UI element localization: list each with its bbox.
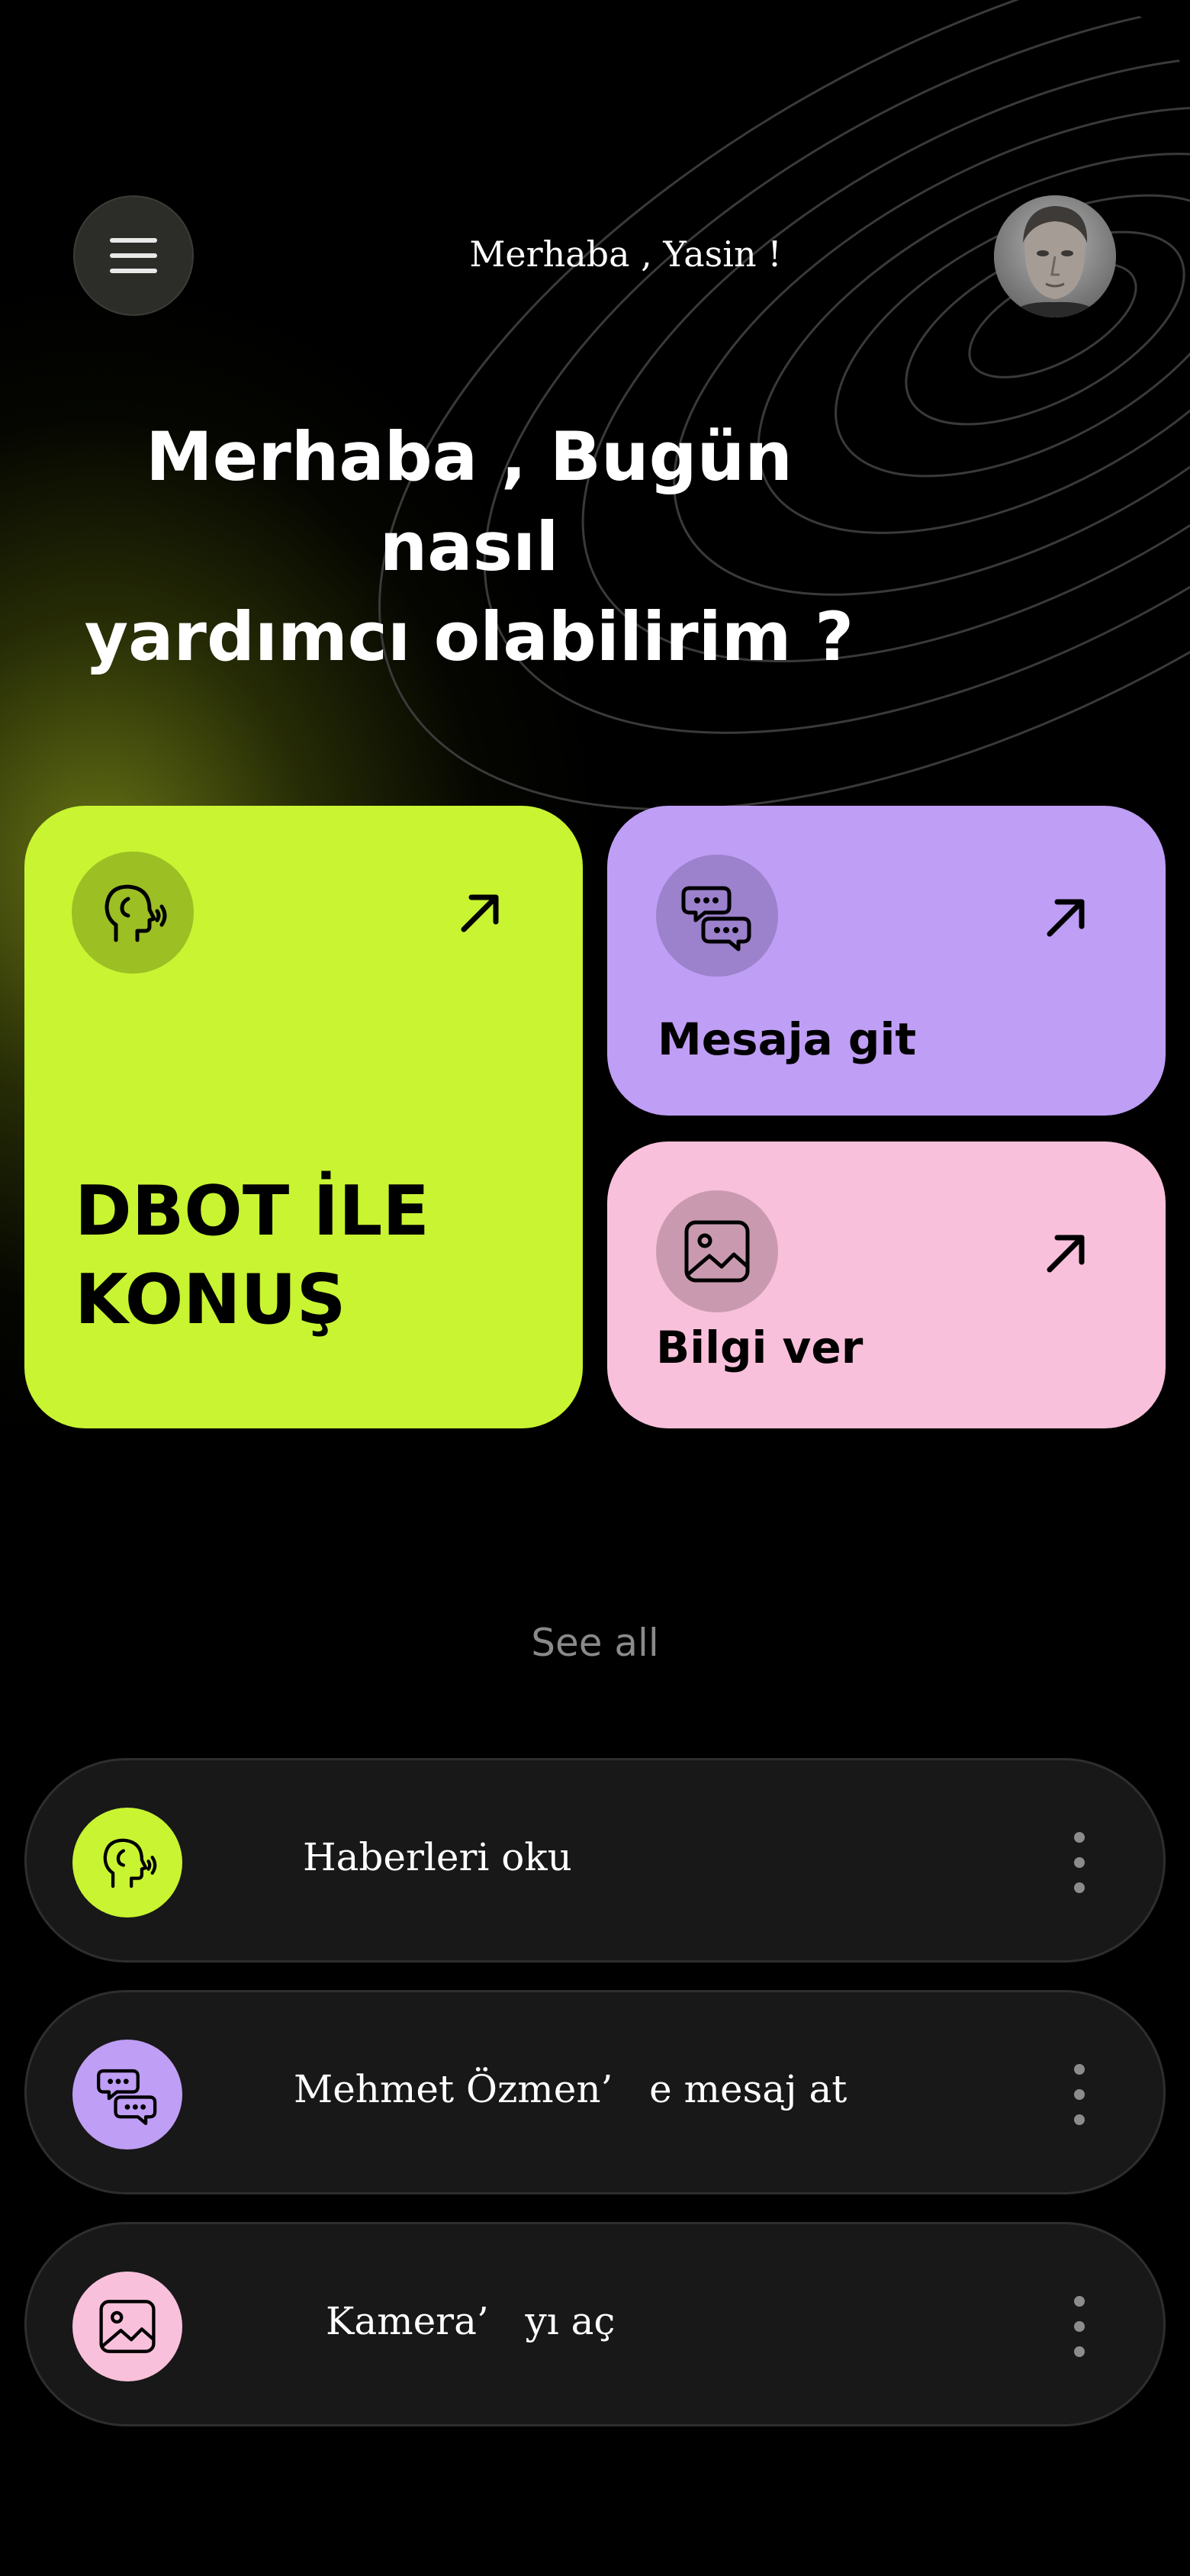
list-item[interactable]: Mehmet Özmen’ e mesaj at — [24, 1990, 1166, 2194]
card-icon-circle — [656, 1190, 778, 1312]
more-options-icon[interactable] — [1072, 2296, 1087, 2357]
list-item-label: Kamera’ yı aç — [326, 2299, 616, 2343]
list-item-icon-circle — [72, 2040, 182, 2149]
card-label: Bilgi ver — [656, 1322, 864, 1373]
page-headline: Merhaba , Bugün nasıl yardımcı olabiliri… — [69, 412, 870, 682]
card-title-line-1: DBOT İLE — [75, 1171, 429, 1251]
arrow-up-right-icon — [461, 894, 499, 932]
card-title-line-2: KONUŞ — [75, 1260, 346, 1340]
more-options-icon[interactable] — [1072, 2064, 1087, 2125]
greeting-text: Merhaba , Yasin ! — [469, 233, 782, 275]
headline-line-2: yardımcı olabilirim ? — [84, 597, 854, 676]
arrow-up-right-icon — [1047, 899, 1085, 937]
more-options-icon[interactable] — [1072, 1832, 1087, 1893]
image-icon — [99, 2300, 156, 2353]
talk-to-dbot-card[interactable]: DBOT İLE KONUŞ — [24, 806, 583, 1428]
list-item[interactable]: Kamera’ yı aç — [24, 2222, 1166, 2426]
card-icon-circle — [72, 852, 194, 974]
list-item-icon-circle — [72, 1808, 182, 1918]
menu-button[interactable] — [73, 195, 194, 316]
card-label: Mesaja git — [658, 1013, 917, 1065]
hamburger-menu-icon — [110, 238, 157, 273]
list-item-label: Mehmet Özmen’ e mesaj at — [294, 2067, 847, 2111]
go-to-messages-card[interactable]: Mesaja git — [607, 806, 1166, 1116]
chat-bubbles-icon — [681, 886, 751, 952]
list-item-icon-circle — [72, 2272, 182, 2381]
arrow-up-right-icon — [1047, 1235, 1085, 1273]
card-icon-circle — [656, 855, 778, 977]
card-title: DBOT İLE KONUŞ — [75, 1167, 429, 1344]
headline-line-1: Merhaba , Bugün nasıl — [146, 417, 793, 586]
give-info-card[interactable]: Bilgi ver — [607, 1141, 1166, 1428]
app-screen: Merhaba , Yasin ! Merhaba , Bugün nasıl … — [0, 0, 1190, 2576]
user-avatar[interactable] — [994, 195, 1116, 317]
list-item-label: Haberleri oku — [303, 1835, 572, 1879]
avatar-image — [994, 195, 1116, 317]
speaking-head-icon — [105, 884, 167, 942]
speaking-head-icon — [103, 1838, 157, 1889]
see-all-link[interactable]: See all — [442, 1621, 748, 1665]
image-icon — [684, 1220, 750, 1283]
chat-bubbles-icon — [97, 2069, 157, 2125]
list-item[interactable]: Haberleri oku — [24, 1758, 1166, 1963]
